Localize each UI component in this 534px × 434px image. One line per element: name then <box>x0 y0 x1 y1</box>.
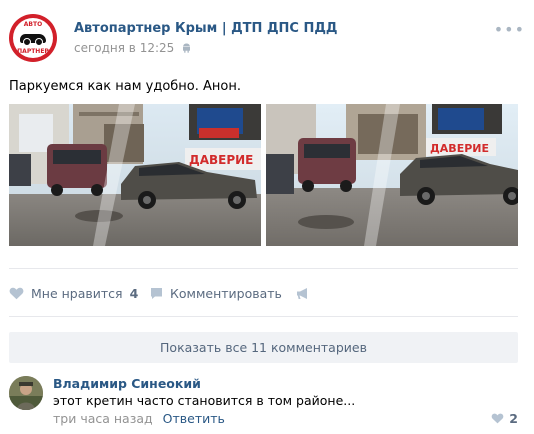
comment-time[interactable]: три часа назад <box>53 411 153 426</box>
avatar-logo-bottom-text: ПАРТНЕР <box>17 48 49 55</box>
megaphone-icon <box>297 287 307 299</box>
commenter-avatar[interactable] <box>9 376 43 410</box>
reply-link[interactable]: Ответить <box>163 411 225 426</box>
comment-icon <box>151 287 162 299</box>
like-button[interactable]: Мне нравится 4 <box>9 283 138 303</box>
avatar-logo: АВТО ПАРТНЕР <box>13 18 53 58</box>
commenter-name-link[interactable]: Владимир Синеокий <box>53 376 201 391</box>
comment-label: Комментировать <box>170 285 282 301</box>
android-icon <box>183 43 191 53</box>
comment-button[interactable]: Комментировать <box>150 283 282 303</box>
like-label: Мне нравится <box>31 285 123 301</box>
post-text: Паркуемся как нам удобно. Анон. <box>9 79 242 94</box>
photo-sign-text: ДАВЕРИЕ <box>189 153 253 167</box>
share-button[interactable] <box>296 283 318 303</box>
photo-sign-text: ДАВЕРИЕ <box>430 142 489 155</box>
comment-text: этот кретин часто становится в том район… <box>53 393 356 408</box>
parked-car-photo: ДАВЕРИЕ <box>266 104 518 246</box>
post-header: АВТО ПАРТНЕР Автопартнер Крым | ДТП ДПС … <box>9 14 525 62</box>
heart-icon <box>491 413 504 424</box>
avatar-logo-top-text: АВТО <box>23 21 43 28</box>
post-photo-2[interactable]: ДАВЕРИЕ <box>266 104 518 246</box>
commenter-photo <box>9 376 43 410</box>
post-photo-1[interactable]: ДАВЕРИЕ <box>9 104 261 246</box>
group-avatar[interactable]: АВТО ПАРТНЕР <box>9 14 57 62</box>
post-timestamp: сегодня в 12:25 <box>74 41 175 55</box>
divider <box>9 316 518 317</box>
comment-item: Владимир Синеокий этот кретин часто стан… <box>9 376 518 428</box>
more-options-icon[interactable]: ••• <box>494 22 525 38</box>
post-date[interactable]: сегодня в 12:25 <box>74 41 191 55</box>
divider <box>9 268 518 269</box>
wall-post: АВТО ПАРТНЕР Автопартнер Крым | ДТП ДПС … <box>0 0 534 434</box>
comment-like-button[interactable]: 2 <box>491 411 518 426</box>
parked-car-photo: ДАВЕРИЕ <box>9 104 261 246</box>
heart-icon <box>9 287 24 299</box>
show-all-comments-button[interactable]: Показать все 11 комментариев <box>9 332 518 363</box>
comment-like-count: 2 <box>509 411 518 426</box>
group-name-link[interactable]: Автопартнер Крым | ДТП ДПС ПДД <box>74 21 338 36</box>
post-actions: Мне нравится 4 Комментировать <box>9 283 518 303</box>
car-icon <box>20 34 46 46</box>
comment-meta: три часа назад Ответить <box>53 411 225 426</box>
like-count: 4 <box>129 285 139 301</box>
